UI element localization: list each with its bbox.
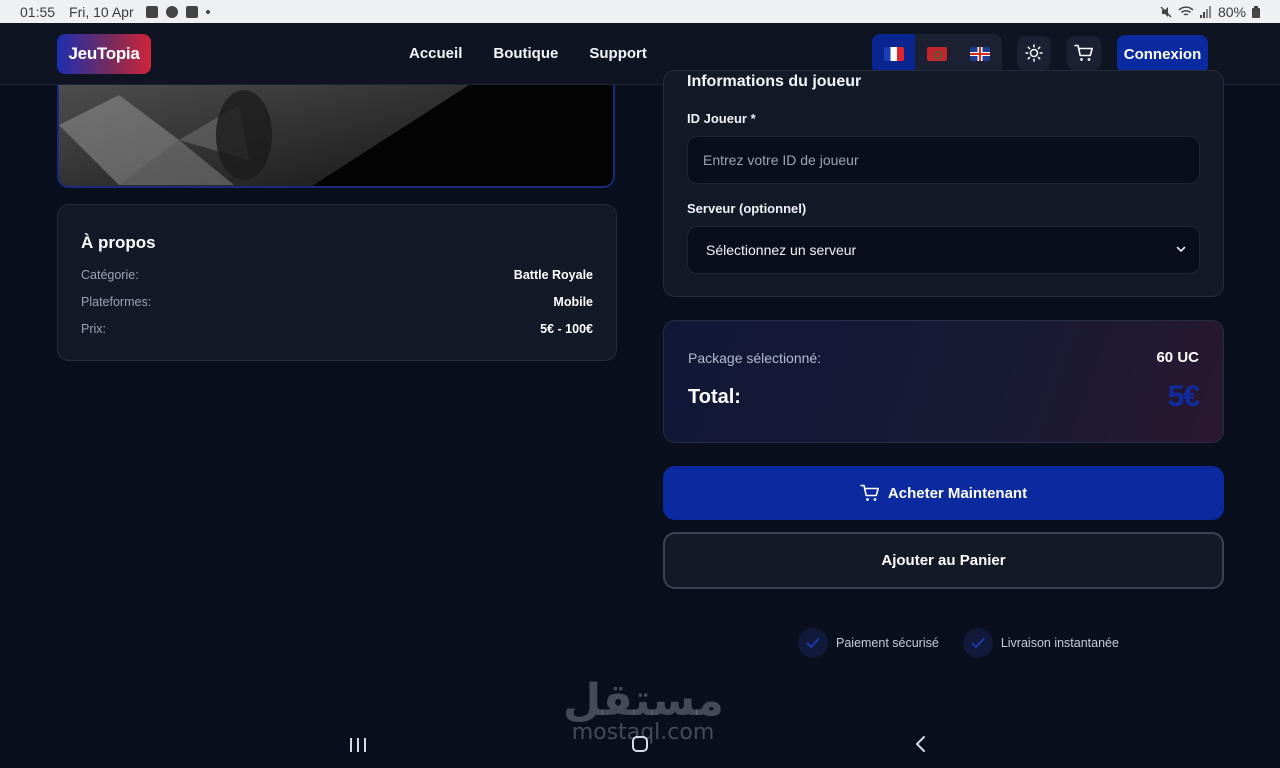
add-to-cart-button[interactable]: Ajouter au Panier bbox=[663, 532, 1224, 589]
morocco-flag-icon bbox=[926, 47, 947, 61]
server-select-value: Sélectionnez un serveur bbox=[706, 242, 857, 258]
watermark-arabic: مستقل bbox=[563, 675, 724, 726]
wifi-icon bbox=[1178, 5, 1194, 16]
about-title: À propos bbox=[81, 233, 156, 252]
player-info-title: Informations du joueur bbox=[687, 73, 862, 90]
secure-payment-badge: Paiement sécurisé bbox=[798, 628, 939, 658]
instant-delivery-badge: Livraison instantanée bbox=[962, 628, 1119, 658]
signal-icon bbox=[1199, 5, 1211, 18]
total-row: Total: 5€ bbox=[688, 380, 1200, 414]
about-value: 5€ - 100€ bbox=[540, 322, 593, 336]
nav-link-accueil[interactable]: Accueil bbox=[409, 45, 462, 62]
battery-percent: 80% bbox=[1217, 3, 1246, 20]
server-select[interactable]: Sélectionnez un serveur bbox=[687, 226, 1200, 274]
total-value: 5€ bbox=[1167, 380, 1200, 413]
game-banner-image bbox=[57, 85, 615, 188]
player-id-input[interactable] bbox=[687, 136, 1200, 184]
mostaql-watermark: مستقل mostaql.com bbox=[563, 675, 724, 744]
uk-flag-icon bbox=[969, 47, 990, 61]
about-label: Prix: bbox=[81, 322, 106, 336]
player-id-label: ID Joueur * bbox=[687, 111, 756, 126]
total-label: Total: bbox=[688, 385, 741, 408]
status-time: 01:55 bbox=[20, 3, 56, 20]
order-summary-card: Package sélectionné: 60 UC Total: 5€ bbox=[663, 320, 1224, 443]
check-icon bbox=[798, 628, 828, 658]
status-date: Fri, 10 Apr bbox=[69, 3, 134, 20]
about-row-platforms: Plateformes: Mobile bbox=[81, 295, 593, 309]
cart-icon bbox=[860, 484, 879, 501]
status-bar: 01:55 Fri, 10 Apr 80% bbox=[0, 0, 1280, 23]
language-switcher bbox=[872, 34, 1002, 74]
language-fr-button[interactable] bbox=[872, 34, 915, 74]
language-ma-button[interactable] bbox=[915, 34, 958, 74]
buy-now-button[interactable]: Acheter Maintenant bbox=[663, 466, 1224, 520]
back-icon[interactable] bbox=[914, 735, 928, 753]
badge-label: Paiement sécurisé bbox=[836, 636, 939, 650]
cart-button[interactable] bbox=[1067, 36, 1101, 70]
package-value: 60 UC bbox=[1156, 349, 1199, 366]
theme-toggle-button[interactable] bbox=[1017, 36, 1051, 70]
nav-link-support[interactable]: Support bbox=[589, 45, 647, 62]
settings-icon bbox=[165, 5, 178, 18]
check-icon bbox=[962, 628, 993, 658]
site-logo[interactable]: JeuTopia bbox=[57, 34, 151, 74]
about-row-category: Catégorie: Battle Royale bbox=[81, 268, 593, 282]
more-notifications-icon bbox=[205, 9, 210, 14]
buy-now-label: Acheter Maintenant bbox=[887, 484, 1028, 502]
about-label: Catégorie: bbox=[81, 268, 139, 282]
nav-link-boutique[interactable]: Boutique bbox=[493, 45, 558, 62]
about-label: Plateformes: bbox=[81, 295, 152, 309]
gallery-icon bbox=[145, 5, 158, 18]
sun-icon bbox=[1025, 44, 1043, 62]
login-button[interactable]: Connexion bbox=[1117, 35, 1208, 73]
trust-badges: Paiement sécurisé Livraison instantanée bbox=[798, 628, 1119, 658]
badge-label: Livraison instantanée bbox=[1000, 636, 1119, 650]
chevron-down-icon bbox=[1176, 246, 1186, 253]
home-icon[interactable] bbox=[631, 735, 649, 753]
about-value: Battle Royale bbox=[513, 268, 593, 282]
about-row-price: Prix: 5€ - 100€ bbox=[81, 322, 593, 336]
main-nav: Accueil Boutique Support bbox=[409, 45, 647, 62]
cart-icon bbox=[1074, 44, 1093, 61]
player-info-card: Informations du joueur ID Joueur * Serve… bbox=[663, 70, 1224, 297]
mute-icon bbox=[1160, 6, 1172, 17]
add-to-cart-label: Ajouter au Panier bbox=[881, 552, 1006, 569]
recent-apps-icon[interactable] bbox=[349, 737, 367, 753]
package-row: Package sélectionné: 60 UC bbox=[688, 349, 1199, 366]
game-artwork bbox=[59, 85, 613, 186]
package-label: Package sélectionné: bbox=[688, 349, 822, 366]
france-flag-icon bbox=[883, 47, 904, 61]
about-value: Mobile bbox=[553, 295, 593, 309]
battery-icon bbox=[1252, 5, 1260, 18]
server-label: Serveur (optionnel) bbox=[687, 201, 807, 216]
about-card: À propos Catégorie: Battle Royale Platef… bbox=[57, 204, 617, 361]
app-notification-icon bbox=[185, 5, 198, 18]
language-uk-button[interactable] bbox=[958, 34, 1001, 74]
